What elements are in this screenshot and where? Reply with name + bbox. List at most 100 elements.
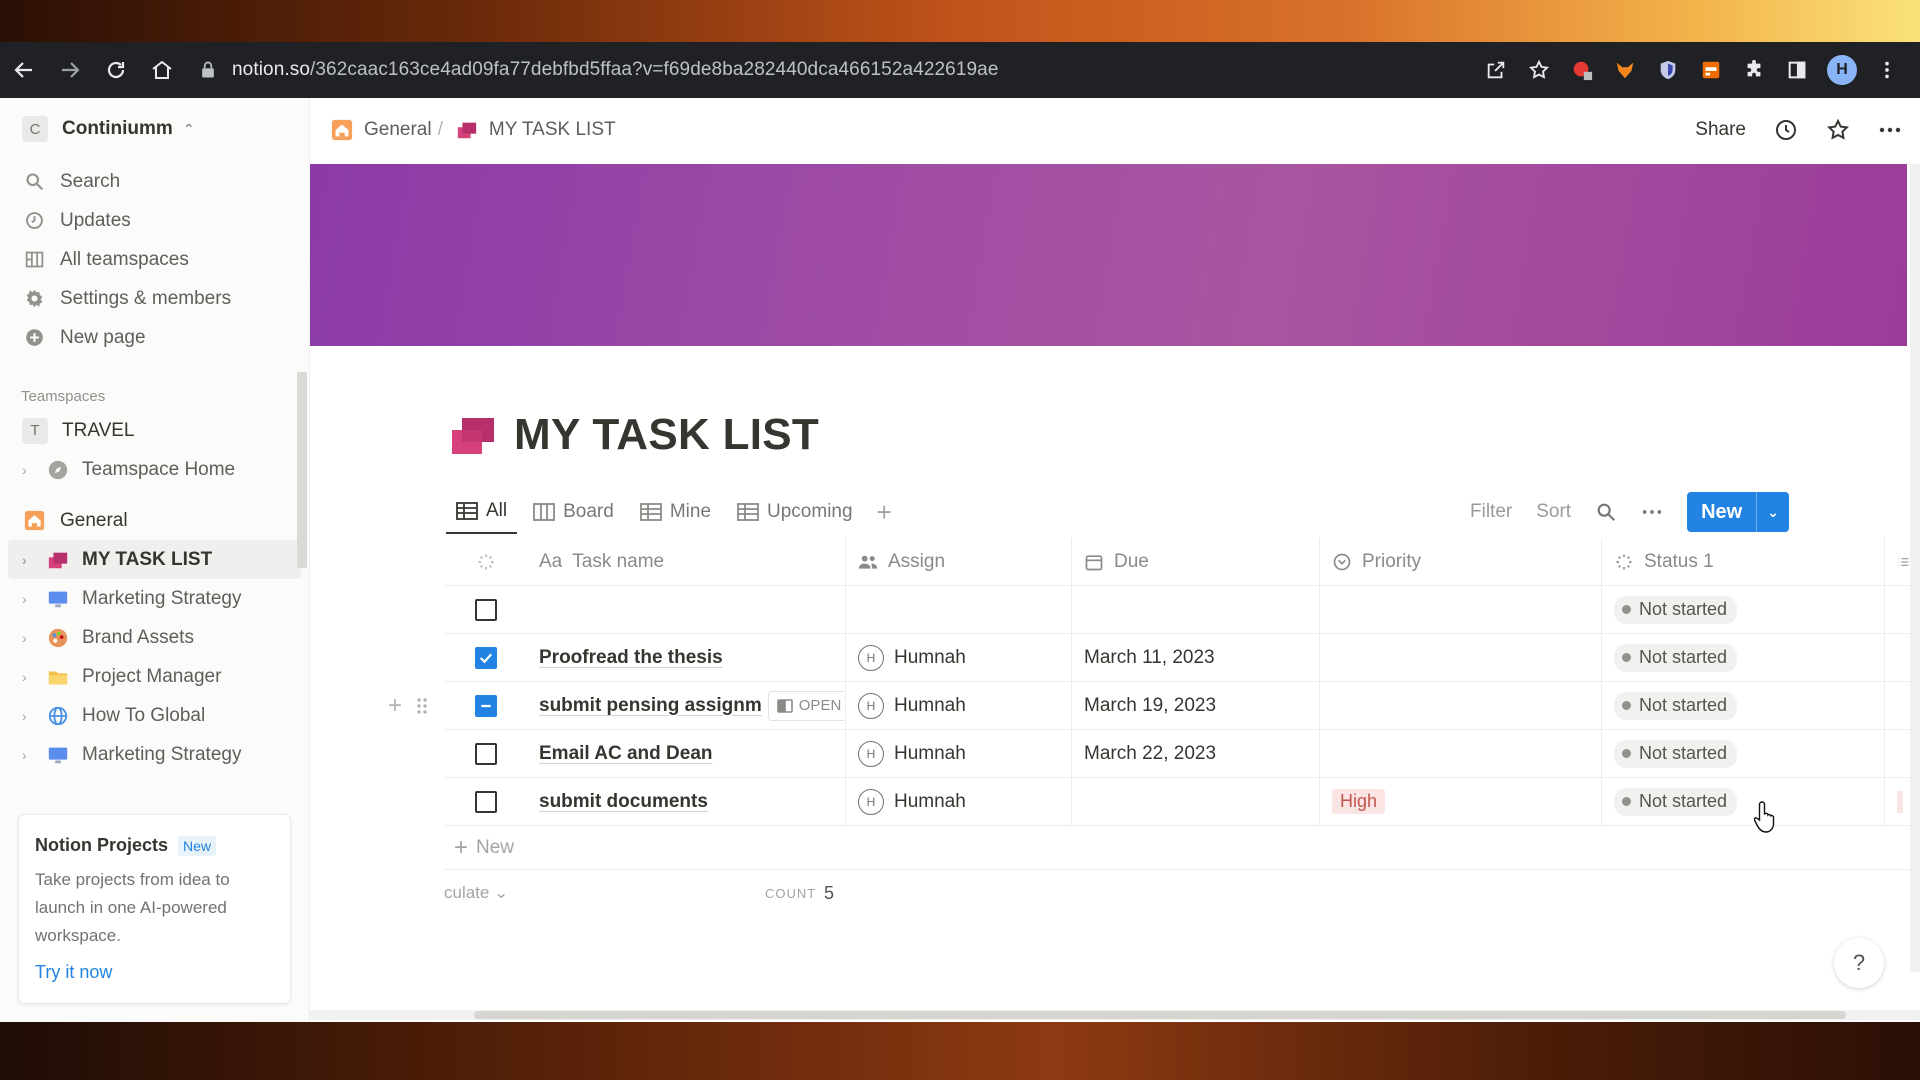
table-row[interactable]: Not started — [444, 585, 1920, 634]
sort-button[interactable]: Sort — [1536, 501, 1571, 523]
assign-cell[interactable] — [846, 585, 1072, 634]
task-name-cell[interactable]: Email AC and Dean — [527, 729, 846, 778]
tab-upcoming[interactable]: Upcoming — [727, 490, 863, 534]
browser-menu-button[interactable] — [1874, 57, 1900, 83]
status-badge[interactable]: Not started — [1614, 691, 1738, 720]
share-page-button[interactable] — [1483, 57, 1509, 83]
task-name-cell[interactable]: Proofread the thesis — [527, 633, 846, 682]
horizontal-scrollbar[interactable] — [310, 1010, 1920, 1020]
sidebar-all-teamspaces[interactable]: All teamspaces — [0, 240, 309, 279]
more-options-icon[interactable] — [1641, 501, 1663, 523]
chevron-right-icon[interactable]: › — [22, 630, 38, 646]
priority-cell[interactable] — [1320, 633, 1602, 682]
sidebar-page-brand-assets[interactable]: › Brand Assets — [0, 618, 309, 657]
assign-cell[interactable]: H Humnah — [846, 777, 1072, 826]
table-row[interactable]: Email AC and Dean H Humnah March 22, 2023… — [444, 729, 1920, 778]
open-row-button[interactable]: OPEN — [767, 690, 845, 721]
status-cell[interactable]: Not started — [1602, 729, 1885, 778]
task-checkbox[interactable] — [474, 742, 497, 765]
priority-cell[interactable] — [1320, 681, 1602, 730]
due-cell[interactable]: March 19, 2023 — [1072, 681, 1320, 730]
task-checkbox[interactable] — [474, 790, 497, 813]
teamspace-travel[interactable]: T TRAVEL — [0, 411, 309, 450]
promo-try-button[interactable]: Try it now — [35, 962, 274, 983]
tab-mine[interactable]: Mine — [630, 490, 721, 534]
column-header-due[interactable]: Due — [1072, 537, 1320, 586]
help-button[interactable]: ? — [1834, 938, 1884, 988]
chevron-right-icon[interactable]: › — [22, 552, 38, 568]
search-icon[interactable] — [1595, 501, 1617, 523]
status-badge[interactable]: Not started — [1614, 739, 1738, 768]
sidebar-page-my-task-list[interactable]: › MY TASK LIST — [8, 540, 301, 579]
sidebar-page-project-manager[interactable]: › Project Manager — [0, 657, 309, 696]
task-name-cell[interactable]: submit documents — [527, 777, 846, 826]
due-cell[interactable] — [1072, 777, 1320, 826]
bookmark-button[interactable] — [1526, 57, 1552, 83]
status-cell[interactable]: Not started — [1602, 777, 1885, 826]
calculate-dropdown[interactable]: culate ⌄ — [444, 883, 508, 903]
priority-cell[interactable]: High — [1320, 777, 1602, 826]
extension-shield-button[interactable] — [1655, 57, 1681, 83]
count-label[interactable]: COUNT — [765, 886, 816, 901]
sidebar-search[interactable]: Search — [0, 162, 309, 201]
extension-calendar-button[interactable] — [1698, 57, 1724, 83]
teamspace-home-item[interactable]: › Teamspace Home — [0, 450, 309, 489]
task-name-cell[interactable]: submit pensing assignm OPEN — [527, 681, 846, 730]
status-cell[interactable]: Not started — [1602, 681, 1885, 730]
checkbox-column-header[interactable] — [444, 538, 527, 586]
teamspace-general[interactable]: General — [0, 501, 309, 540]
new-entry-button[interactable]: New ⌄ — [1687, 492, 1789, 532]
back-button[interactable] — [2, 48, 46, 92]
add-row-button[interactable]: + New — [444, 826, 1920, 870]
add-row-above-icon[interactable]: + — [388, 692, 402, 720]
extension-red-button[interactable] — [1569, 57, 1595, 83]
history-icon[interactable] — [1774, 118, 1798, 142]
chevron-right-icon[interactable]: › — [22, 462, 38, 478]
assign-cell[interactable]: H Humnah — [846, 681, 1072, 730]
page-icon[interactable] — [452, 416, 496, 456]
more-columns-header[interactable] — [1885, 538, 1920, 586]
chevron-right-icon[interactable]: › — [22, 708, 38, 724]
chevron-right-icon[interactable]: › — [22, 747, 38, 763]
column-header-task-name[interactable]: Aa Task name — [527, 537, 846, 586]
column-header-priority[interactable]: Priority — [1320, 537, 1602, 586]
new-button-label[interactable]: New — [1687, 492, 1758, 532]
sidebar-page-marketing-strategy[interactable]: › Marketing Strategy — [0, 579, 309, 618]
task-name-cell[interactable] — [527, 585, 846, 634]
drag-handle-icon[interactable] — [416, 696, 428, 716]
priority-cell[interactable] — [1320, 585, 1602, 634]
breadcrumb-current[interactable]: MY TASK LIST — [489, 119, 616, 141]
share-button[interactable]: Share — [1695, 119, 1746, 141]
sidebar-new-page[interactable]: New page — [0, 318, 309, 357]
tab-board[interactable]: Board — [523, 490, 624, 534]
status-cell[interactable]: Not started — [1602, 585, 1885, 634]
more-options-icon[interactable] — [1878, 118, 1902, 142]
side-panel-button[interactable] — [1784, 57, 1810, 83]
assign-cell[interactable]: H Humnah — [846, 633, 1072, 682]
profile-avatar[interactable]: H — [1827, 55, 1857, 85]
extra-cell[interactable] — [1885, 778, 1920, 826]
chevron-right-icon[interactable]: › — [22, 591, 38, 607]
table-row[interactable]: Proofread the thesis H Humnah March 11, 2… — [444, 633, 1920, 682]
table-row[interactable]: submit pensing assignm OPEN H Humnah Marc… — [444, 681, 1920, 730]
task-checkbox[interactable] — [474, 646, 497, 669]
task-checkbox[interactable] — [474, 598, 497, 621]
extra-cell[interactable] — [1885, 682, 1920, 730]
address-bar[interactable]: notion.so/362caac163ce4ad09fa77debfbd5ff… — [192, 50, 1469, 90]
workspace-switcher[interactable]: C Continiumm ⌃ — [0, 106, 309, 152]
add-view-button[interactable]: + — [877, 497, 892, 528]
page-cover[interactable] — [310, 164, 1907, 346]
status-badge[interactable]: Not started — [1614, 595, 1738, 624]
sidebar-settings[interactable]: Settings & members — [0, 279, 309, 318]
extension-fox-button[interactable] — [1612, 57, 1638, 83]
column-header-assign[interactable]: Assign — [846, 537, 1072, 586]
sidebar-scrollbar[interactable] — [297, 372, 307, 568]
status-badge[interactable]: Not started — [1614, 643, 1738, 672]
priority-cell[interactable] — [1320, 729, 1602, 778]
chevron-down-icon[interactable]: ⌄ — [1757, 492, 1789, 532]
scrollbar-thumb[interactable] — [474, 1011, 1846, 1019]
tab-all[interactable]: All — [446, 490, 518, 534]
table-row[interactable]: submit documents H Humnah High Not starte… — [444, 777, 1920, 826]
extra-cell[interactable] — [1885, 634, 1920, 682]
column-header-status[interactable]: Status 1 — [1602, 537, 1885, 586]
